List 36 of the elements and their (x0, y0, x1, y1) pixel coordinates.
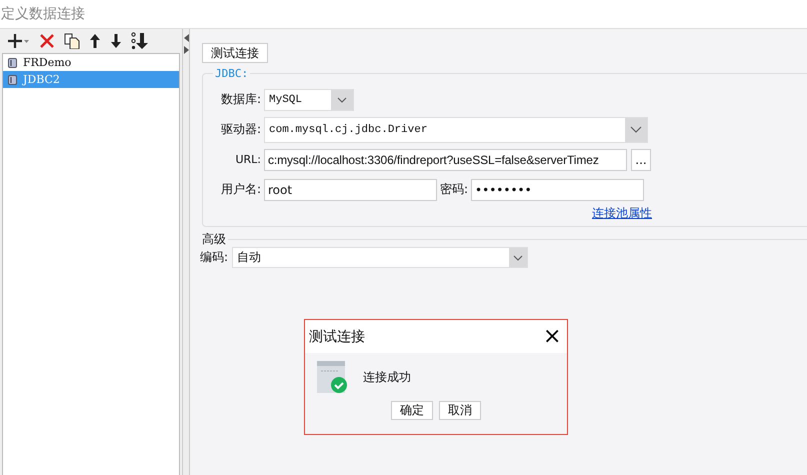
delete-icon[interactable] (39, 33, 55, 49)
browse-button[interactable]: ... (631, 148, 651, 170)
window-title: 定义数据连接 (1, 5, 85, 23)
url-field[interactable]: c:mysql://localhost:3306/findreport?useSSL=false&serverTimez (264, 148, 627, 170)
copy-icon[interactable] (64, 33, 80, 49)
field-label: 驱动器: (220, 121, 262, 138)
field-label: 用户名: (220, 181, 262, 198)
success-icon (317, 361, 349, 393)
field-label: 密码: (440, 181, 468, 198)
field-label: URL: (234, 153, 262, 166)
advanced-legend: 高级 (200, 231, 228, 248)
jdbc-legend: JDBC: (213, 67, 250, 80)
database-icon (8, 58, 17, 68)
ok-button[interactable]: 确定 (391, 401, 433, 420)
username-field[interactable]: root (264, 178, 437, 200)
test-connection-button[interactable]: 测试连接 (202, 43, 268, 63)
chevron-down-icon (513, 254, 524, 260)
down-arrow-icon[interactable] (110, 33, 122, 49)
add-icon[interactable] (8, 33, 30, 49)
field-label: 数据库: (220, 91, 262, 108)
database-dropdown[interactable]: MySQL (264, 88, 354, 110)
encoding-dropdown[interactable]: 自动 (232, 247, 528, 268)
up-arrow-icon[interactable] (89, 33, 101, 49)
password-field[interactable]: •••••••• (471, 178, 644, 200)
dialog-title: 测试连接 (309, 328, 365, 346)
cancel-button[interactable]: 取消 (439, 401, 481, 420)
dialog-message: 连接成功 (363, 368, 411, 386)
chevron-down-icon (337, 96, 347, 102)
database-icon (8, 74, 17, 84)
connection-item[interactable]: FRDemo (3, 54, 179, 71)
chevron-down-icon (630, 126, 642, 133)
field-label: 编码: (200, 249, 230, 266)
close-button[interactable]: × (537, 323, 567, 350)
driver-dropdown[interactable]: com.mysql.cj.jdbc.Driver (264, 116, 648, 142)
pool-properties-link[interactable]: 连接池属性 (592, 205, 652, 222)
sort-icon[interactable] (131, 32, 149, 50)
